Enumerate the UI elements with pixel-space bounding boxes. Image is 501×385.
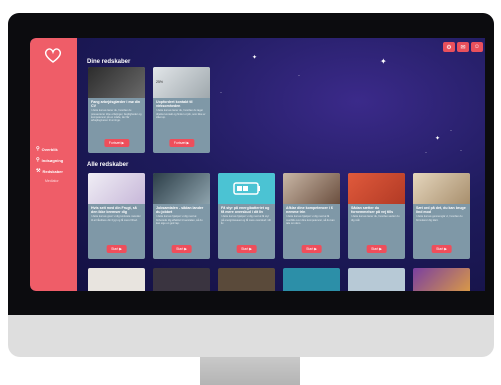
sidebar-item-indsogning[interactable]: ⚲ Indsøgning [36,157,63,163]
gear-icon[interactable]: ⚙ [443,42,455,52]
card-thumbnail [348,173,405,204]
sidebar-item-label: Redskaber [42,168,63,174]
section-title-all: Alle redskaber [87,162,129,168]
card-description: I dette kursus lærer du, hvordan du tage… [156,109,206,119]
start-button[interactable]: Start ▶ [366,245,387,253]
card-title: Sådan sætter du fornemmelser på vej till… [351,206,394,215]
continue-button[interactable]: Fortsæt ▶ [168,139,195,147]
search-icon: ⚲ [36,146,40,152]
star-decoration: ✦ [380,57,387,66]
card-description: I dette kursus giver vi dig konkrete met… [91,215,141,222]
top-toolbar: ⚙ ✉ ☺ [443,42,483,52]
card-thumbnail [218,173,275,204]
start-button[interactable]: Start ▶ [106,245,127,253]
continue-button[interactable]: Fortsæt ▶ [103,139,130,147]
card-description: I dette kursus lærer du, hvordan du præs… [91,109,142,123]
start-button[interactable]: Start ▶ [431,245,452,253]
search-icon: ⚲ [36,157,40,163]
battery-icon [233,182,260,195]
tool-card-thumbnail[interactable] [283,268,340,291]
heart-logo-icon [44,48,62,63]
monitor-stand [200,357,300,385]
sidebar: ⚲ Overblik ⚲ Indsøgning ⚒ Redskaber Medi… [30,38,77,291]
sidebar-item-redskaber[interactable]: ⚒ Redskaber [36,168,63,174]
tool-card[interactable]: Jobsamtalen - sådan lander du jobbet I d… [153,173,210,259]
star-decoration: · [425,150,427,156]
mail-icon[interactable]: ✉ [457,42,469,52]
card-title: Uopfordret kontakt til virksomheden [156,100,193,109]
start-button[interactable]: Start ▶ [171,245,192,253]
sidebar-item-overblik[interactable]: ⚲ Overblik [36,146,58,152]
card-description: I dette kursus gennemgår vi, hvordan du … [416,215,463,222]
tool-card-thumbnail[interactable] [218,268,275,291]
sidebar-item-label: Overblik [41,146,58,152]
card-thumbnail [88,173,145,204]
card-description: I dette kursus hjælper vi dig med at få … [286,215,335,225]
section-title-mine: Dine redskaber [87,59,131,65]
tool-card-thumbnail[interactable] [413,268,470,291]
card-title: Hvis seit med din Frugt, så den ikke bre… [91,206,137,215]
star-decoration: · [460,148,462,154]
tool-card[interactable]: Sådan sætter du fornemmelser på vej till… [348,173,405,259]
star-decoration: · [450,128,452,134]
progress-text: 25% [156,80,164,84]
tool-card[interactable]: Sæt ord på det, du kan bruge lind mod I … [413,173,470,259]
tool-card[interactable]: Hvis seit med din Frugt, så den ikke bre… [88,173,145,259]
tool-card-thumbnail[interactable] [153,268,210,291]
card-thumbnail [88,67,145,98]
sidebar-item-label: Indsøgning [41,157,64,163]
card-title: Få styr på energibatteriet og få mere ov… [221,206,270,215]
card-title: Afklar dine kompetencer i 6 nemme trin [286,206,333,215]
computer-mockup: ✦ ✦ · · ✦ · · · ⚲ Overblik ⚲ Indsøgning … [0,0,501,385]
start-button[interactable]: Start ▶ [236,245,257,253]
star-decoration: · [220,90,222,96]
card-thumbnail [283,173,340,204]
star-decoration: ✦ [252,55,258,61]
tool-card-thumbnail[interactable] [88,268,145,291]
start-button[interactable]: Start ▶ [301,245,322,253]
card-title: Sæt ord på det, du kan bruge lind mod [416,206,466,215]
card-thumbnail [413,173,470,204]
tool-card-thumbnail[interactable] [348,268,405,291]
my-tool-card[interactable]: 25% Uopfordret kontakt til virksomheden … [153,67,210,153]
user-icon[interactable]: ☺ [471,42,483,52]
my-tool-card[interactable]: Fang arbejdsglæder i mø din CV I dette k… [88,67,145,153]
tool-card[interactable]: Afklar dine kompetencer i 6 nemme trin I… [283,173,340,259]
wrench-icon: ⚒ [36,168,41,174]
card-title: Fang arbejdsglæder i mø din CV [91,100,141,109]
card-thumbnail [153,173,210,204]
star-decoration: · [298,73,300,79]
star-decoration: ✦ [435,136,441,142]
card-description: I dette kursus hjælper vi dig med at få … [221,215,271,225]
card-title: Jobsamtalen - sådan lander du jobbet [156,206,204,215]
monitor-chin [8,315,494,357]
app-screen: ✦ ✦ · · ✦ · · · ⚲ Overblik ⚲ Indsøgning … [30,38,485,291]
tool-card[interactable]: Få styr på energibatteriet og få mere ov… [218,173,275,259]
card-description: I dette kursus hjælper vi dig med at for… [156,215,203,225]
card-description: I dette kursus lærer du, hvordan sætter … [351,215,400,222]
sidebar-sub-label: Mediator [45,179,59,183]
